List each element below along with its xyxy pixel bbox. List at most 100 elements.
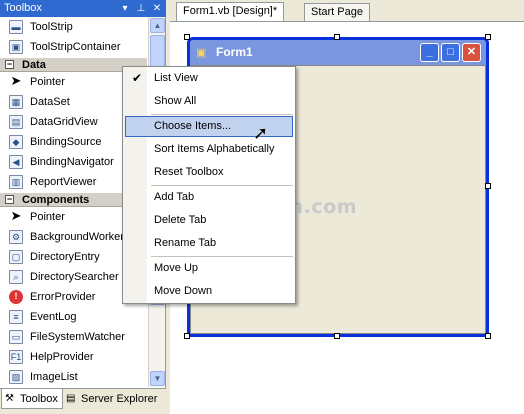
menu-item-label: Sort Items Alphabetically — [154, 143, 275, 155]
menu-item-label: List View — [154, 72, 198, 84]
tab-form1-design[interactable]: Form1.vb [Design]* — [176, 2, 285, 22]
form-title: Form1 — [216, 45, 253, 59]
toolbox-item-label: DataGridView — [30, 116, 98, 128]
toolbox-context-menu: ✔ List View Show All Choose Items... Sor… — [122, 66, 296, 304]
filesystemwatcher-icon: ▭ — [9, 330, 23, 344]
backgroundworker-icon: ⚙ — [9, 230, 23, 244]
toolbox-group-label: Data — [22, 59, 46, 71]
toolbox-item-label: ToolStrip — [30, 21, 73, 33]
errorprovider-icon: ! — [9, 290, 23, 304]
pointer-icon: ➤ — [10, 73, 22, 88]
ide-window: Toolbox ▾ ⊥ ✕ ▬ ToolStrip ▣ ToolStripCon… — [0, 0, 524, 414]
collapse-icon[interactable]: − — [5, 60, 14, 69]
resize-handle — [334, 34, 340, 40]
menu-separator — [151, 114, 293, 115]
toolbox-item-label: Pointer — [30, 211, 65, 223]
scroll-up-icon[interactable]: ▲ — [150, 18, 165, 33]
bindingsource-icon: ◆ — [9, 135, 23, 149]
resize-handle[interactable] — [485, 183, 491, 189]
toolbox-item-helpprovider[interactable]: F1 HelpProvider — [0, 347, 147, 367]
bottom-tabs: ⚒ Toolbox ▤ Server Explorer — [0, 388, 166, 414]
menu-item-list-view[interactable]: ✔ List View — [125, 68, 293, 89]
tab-start-page[interactable]: Start Page — [304, 3, 370, 22]
dataset-icon: ▦ — [9, 95, 23, 109]
tab-label: Form1.vb [Design]* — [183, 5, 278, 17]
toolbox-item-toolstripcontainer[interactable]: ▣ ToolStripContainer — [0, 37, 147, 57]
resize-handle — [184, 333, 190, 339]
dropdown-icon[interactable]: ▾ — [120, 0, 130, 17]
collapse-icon[interactable]: − — [5, 195, 14, 204]
toolbox-item-label: BindingNavigator — [30, 156, 114, 168]
tab-label: Toolbox — [20, 393, 58, 405]
menu-item-delete-tab[interactable]: Delete Tab — [125, 210, 293, 231]
menu-item-move-down[interactable]: Move Down — [125, 281, 293, 302]
scroll-down-icon[interactable]: ▼ — [150, 371, 165, 386]
toolbox-title: Toolbox — [4, 2, 42, 14]
toolbox-item-label: BackgroundWorker — [30, 231, 124, 243]
menu-item-label: Add Tab — [154, 191, 195, 203]
imagelist-icon: ▨ — [9, 370, 23, 384]
menu-item-label: Rename Tab — [154, 237, 217, 249]
toolbox-item-label: BindingSource — [30, 136, 102, 148]
toolbox-item-label: ImageList — [30, 371, 78, 383]
eventlog-icon: ≡ — [9, 310, 23, 324]
form-titlebar[interactable]: ▣ Form1 _ □ ✕ — [190, 40, 486, 65]
close-icon[interactable]: ✕ — [152, 0, 162, 17]
toolbox-item-toolstrip[interactable]: ▬ ToolStrip — [0, 17, 147, 37]
tab-label: Start Page — [311, 6, 363, 18]
menu-item-label: Delete Tab — [154, 214, 207, 226]
menu-item-show-all[interactable]: Show All — [125, 91, 293, 112]
toolbox-item-filesystemwatcher[interactable]: ▭ FileSystemWatcher — [0, 327, 147, 347]
toolbox-icon: ⚒ — [5, 393, 14, 404]
toolbox-item-label: DirectoryEntry — [30, 251, 100, 263]
menu-item-label: Move Up — [154, 262, 199, 274]
menu-item-reset-toolbox[interactable]: Reset Toolbox — [125, 162, 293, 183]
resize-handle[interactable] — [334, 333, 340, 339]
toolbox-item-label: Pointer — [30, 76, 65, 88]
menu-item-label: Show All — [154, 95, 197, 107]
tab-toolbox[interactable]: ⚒ Toolbox — [1, 389, 63, 409]
toolbox-item-label: ToolStripContainer — [30, 41, 121, 53]
bindingnavigator-icon: ◀ — [9, 155, 23, 169]
helpprovider-icon: F1 — [9, 350, 23, 364]
toolbox-item-label: EventLog — [30, 311, 77, 323]
toolbox-item-label: HelpProvider — [30, 351, 94, 363]
menu-separator — [151, 256, 293, 257]
reportviewer-icon: ▥ — [9, 175, 23, 189]
directoryentry-icon: ▢ — [9, 250, 23, 264]
resize-handle[interactable] — [485, 333, 491, 339]
menu-item-label: Reset Toolbox — [154, 166, 224, 178]
menu-separator — [151, 185, 293, 186]
tab-label: Server Explorer — [81, 393, 158, 405]
directorysearcher-icon: ⌕ — [9, 270, 23, 284]
menu-item-rename-tab[interactable]: Rename Tab — [125, 233, 293, 254]
toolbox-item-label: ReportViewer — [30, 176, 97, 188]
menu-item-label: Choose Items... — [154, 120, 232, 132]
menu-item-label: Move Down — [154, 285, 213, 297]
minimize-icon[interactable]: _ — [420, 43, 439, 62]
toolbox-titlebar: Toolbox ▾ ⊥ ✕ — [0, 0, 166, 17]
maximize-icon[interactable]: □ — [441, 43, 460, 62]
pin-icon[interactable]: ⊥ — [136, 0, 146, 17]
datagridview-icon: ▤ — [9, 115, 23, 129]
toolstripcontainer-icon: ▣ — [9, 40, 23, 54]
document-tabs: Form1.vb [Design]* Start Page — [170, 0, 524, 22]
pointer-icon: ➤ — [10, 208, 22, 223]
menu-item-move-up[interactable]: Move Up — [125, 258, 293, 279]
toolbox-item-label: DirectorySearcher — [30, 271, 119, 283]
toolbox-item-eventlog[interactable]: ≡ EventLog — [0, 307, 147, 327]
server-explorer-icon: ▤ — [66, 393, 76, 404]
toolstrip-icon: ▬ — [9, 20, 23, 34]
toolbox-group-label: Components — [22, 194, 90, 206]
toolbox-item-imagelist[interactable]: ▨ ImageList — [0, 367, 147, 387]
toolbox-item-label: ErrorProvider — [30, 291, 96, 303]
toolbox-item-label: FileSystemWatcher — [30, 331, 125, 343]
form-icon: ▣ — [196, 47, 207, 59]
check-icon: ✔ — [132, 71, 143, 85]
toolbox-item-label: DataSet — [30, 96, 70, 108]
tab-server-explorer[interactable]: ▤ Server Explorer — [63, 389, 166, 409]
resize-handle — [485, 34, 491, 40]
close-icon[interactable]: ✕ — [462, 43, 481, 62]
menu-item-add-tab[interactable]: Add Tab — [125, 187, 293, 208]
resize-handle — [184, 34, 190, 40]
